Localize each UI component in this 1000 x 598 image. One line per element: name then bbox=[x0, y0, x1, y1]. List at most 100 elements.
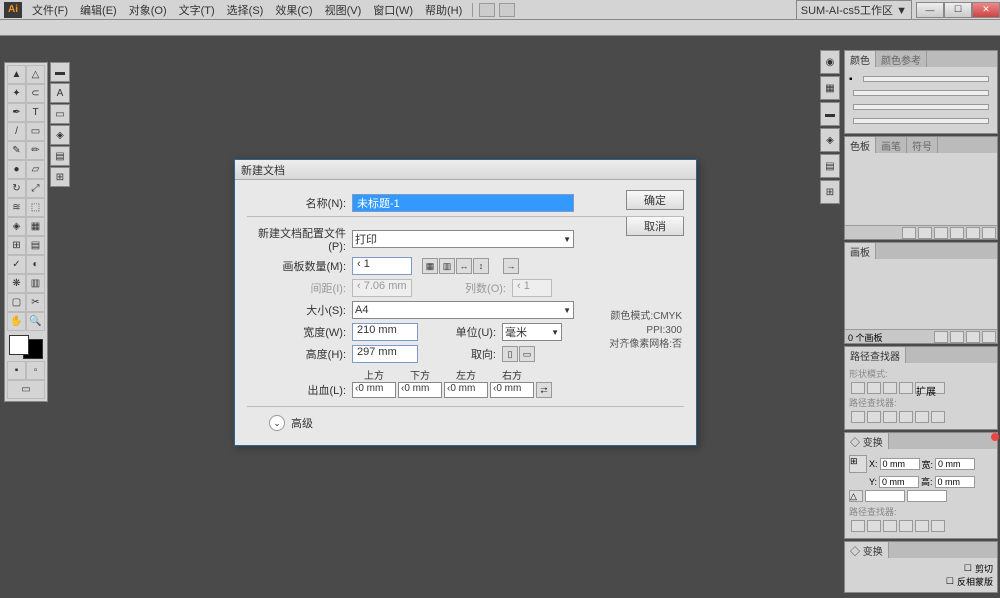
tool-hand[interactable]: ✋ bbox=[7, 312, 26, 331]
tool-direct-select[interactable]: △ bbox=[26, 65, 45, 84]
shear-input[interactable] bbox=[907, 490, 947, 502]
artboard-btn-new[interactable] bbox=[966, 331, 980, 343]
arrange-rtl-icon[interactable]: → bbox=[503, 258, 519, 274]
orient-portrait-icon[interactable]: ▯ bbox=[502, 346, 518, 362]
fill-mode-none[interactable]: ▫ bbox=[26, 361, 45, 380]
tool-scale[interactable]: ⤢ bbox=[26, 179, 45, 198]
rotate-input[interactable] bbox=[865, 490, 905, 502]
units-select[interactable]: 毫米▼ bbox=[502, 323, 562, 341]
pf-crop[interactable] bbox=[899, 411, 913, 423]
tool-magic-wand[interactable]: ✦ bbox=[7, 84, 26, 103]
orient-landscape-icon[interactable]: ▭ bbox=[519, 346, 535, 362]
tab-color[interactable]: 颜色 bbox=[845, 51, 876, 67]
slider-m[interactable] bbox=[853, 90, 989, 96]
tool-rotate[interactable]: ↻ bbox=[7, 179, 26, 198]
swatch-btn-4[interactable] bbox=[950, 227, 964, 239]
tool-blob[interactable]: ● bbox=[7, 160, 26, 179]
tool-free-transform[interactable]: ⬚ bbox=[26, 198, 45, 217]
tab-transform[interactable]: ◇ 变换 bbox=[845, 433, 889, 449]
rdock-color-icon[interactable]: ◉ bbox=[820, 50, 840, 74]
swatch-btn-2[interactable] bbox=[918, 227, 932, 239]
rdock-icon-4[interactable]: ◈ bbox=[820, 128, 840, 152]
bleed-left-input[interactable]: ‹0 mm bbox=[444, 382, 488, 398]
rdock-icon-6[interactable]: ⊞ bbox=[820, 180, 840, 204]
profile-select[interactable]: 打印▼ bbox=[352, 230, 574, 248]
pf-merge[interactable] bbox=[883, 411, 897, 423]
pf-minus[interactable] bbox=[867, 382, 881, 394]
swatch-btn-new[interactable] bbox=[966, 227, 980, 239]
artboards-input[interactable]: ‹ 1 bbox=[352, 257, 412, 275]
tool-width[interactable]: ≋ bbox=[7, 198, 26, 217]
swatch-btn-1[interactable] bbox=[902, 227, 916, 239]
reference-point[interactable]: ⊞ bbox=[849, 455, 867, 473]
pf2-5[interactable] bbox=[915, 520, 929, 532]
tool-eyedropper[interactable]: ✓ bbox=[7, 255, 26, 274]
tool-zoom[interactable]: 🔍 bbox=[26, 312, 45, 331]
h-input[interactable]: 0 mm bbox=[935, 476, 975, 488]
name-input[interactable]: 未标题-1 bbox=[352, 194, 574, 212]
pf-divide[interactable] bbox=[851, 411, 865, 423]
dock-icon-1[interactable]: ▬ bbox=[50, 62, 70, 82]
dock-icon-2[interactable]: A bbox=[50, 83, 70, 103]
width-input[interactable]: 210 mm bbox=[352, 323, 418, 341]
toolbar-icon-1[interactable] bbox=[479, 3, 495, 17]
dock-icon-4[interactable]: ◈ bbox=[50, 125, 70, 145]
tool-mesh[interactable]: ⊞ bbox=[7, 236, 26, 255]
bleed-right-input[interactable]: ‹0 mm bbox=[490, 382, 534, 398]
tool-blend[interactable]: ◐ bbox=[26, 255, 45, 274]
grid-by-row-icon[interactable]: ▦ bbox=[422, 258, 438, 274]
rdock-icon-5[interactable]: ▤ bbox=[820, 154, 840, 178]
pf-unite[interactable] bbox=[851, 382, 865, 394]
y-input[interactable]: 0 mm bbox=[879, 476, 919, 488]
toolbar-icon-2[interactable] bbox=[499, 3, 515, 17]
swatch-btn-delete[interactable] bbox=[982, 227, 996, 239]
height-input[interactable]: 297 mm bbox=[352, 345, 418, 363]
tool-rectangle[interactable]: ▭ bbox=[26, 122, 45, 141]
tool-shapebuilder[interactable]: ◈ bbox=[7, 217, 26, 236]
checkbox-cut[interactable]: ☐ bbox=[964, 563, 972, 574]
pf2-6[interactable] bbox=[931, 520, 945, 532]
menu-select[interactable]: 选择(S) bbox=[221, 0, 270, 20]
workspace-selector[interactable]: SUM-AI-cs5工作区 ▼ bbox=[796, 0, 912, 20]
dock-icon-3[interactable]: ▭ bbox=[50, 104, 70, 124]
rdock-stroke-icon[interactable]: ▬ bbox=[820, 102, 840, 126]
tab-swatches[interactable]: 色板 bbox=[845, 137, 876, 153]
tool-graph[interactable]: ▥ bbox=[26, 274, 45, 293]
pf2-1[interactable] bbox=[851, 520, 865, 532]
pf2-2[interactable] bbox=[867, 520, 881, 532]
pf-trim[interactable] bbox=[867, 411, 881, 423]
grid-by-col-icon[interactable]: ▥ bbox=[439, 258, 455, 274]
menu-type[interactable]: 文字(T) bbox=[173, 0, 221, 20]
pf-intersect[interactable] bbox=[883, 382, 897, 394]
slider-y[interactable] bbox=[853, 104, 989, 110]
tool-eraser[interactable]: ▱ bbox=[26, 160, 45, 179]
tool-pen[interactable]: ✒ bbox=[7, 103, 26, 122]
tool-artboard[interactable]: ▢ bbox=[7, 293, 26, 312]
slider-c[interactable] bbox=[863, 76, 989, 82]
tool-lasso[interactable]: ⊂ bbox=[26, 84, 45, 103]
tool-perspective[interactable]: ▦ bbox=[26, 217, 45, 236]
dock-icon-6[interactable]: ⊞ bbox=[50, 167, 70, 187]
pf-expand[interactable]: 扩展 bbox=[915, 382, 945, 394]
x-input[interactable]: 0 mm bbox=[880, 458, 920, 470]
tool-selection[interactable]: ▲ bbox=[7, 65, 26, 84]
bleed-bottom-input[interactable]: ‹0 mm bbox=[398, 382, 442, 398]
menu-help[interactable]: 帮助(H) bbox=[419, 0, 468, 20]
ok-button[interactable]: 确定 bbox=[626, 190, 684, 210]
pf-exclude[interactable] bbox=[899, 382, 913, 394]
size-select[interactable]: A4▼ bbox=[352, 301, 574, 319]
tab-brushes[interactable]: 画笔 bbox=[876, 137, 907, 153]
menu-view[interactable]: 视图(V) bbox=[319, 0, 368, 20]
fill-mode-color[interactable]: ▪ bbox=[7, 361, 26, 380]
dock-icon-5[interactable]: ▤ bbox=[50, 146, 70, 166]
tool-line[interactable]: / bbox=[7, 122, 26, 141]
arrange-row-icon[interactable]: ↔ bbox=[456, 258, 472, 274]
arrange-col-icon[interactable]: ↕ bbox=[473, 258, 489, 274]
tab-transform-2[interactable]: ◇ 变换 bbox=[845, 542, 889, 558]
window-close[interactable]: ✕ bbox=[972, 2, 1000, 18]
window-minimize[interactable]: — bbox=[916, 2, 944, 18]
window-maximize[interactable]: ☐ bbox=[944, 2, 972, 18]
advanced-toggle[interactable]: ⌄ 高级 bbox=[269, 415, 684, 431]
pf-outline[interactable] bbox=[915, 411, 929, 423]
pf-minusback[interactable] bbox=[931, 411, 945, 423]
